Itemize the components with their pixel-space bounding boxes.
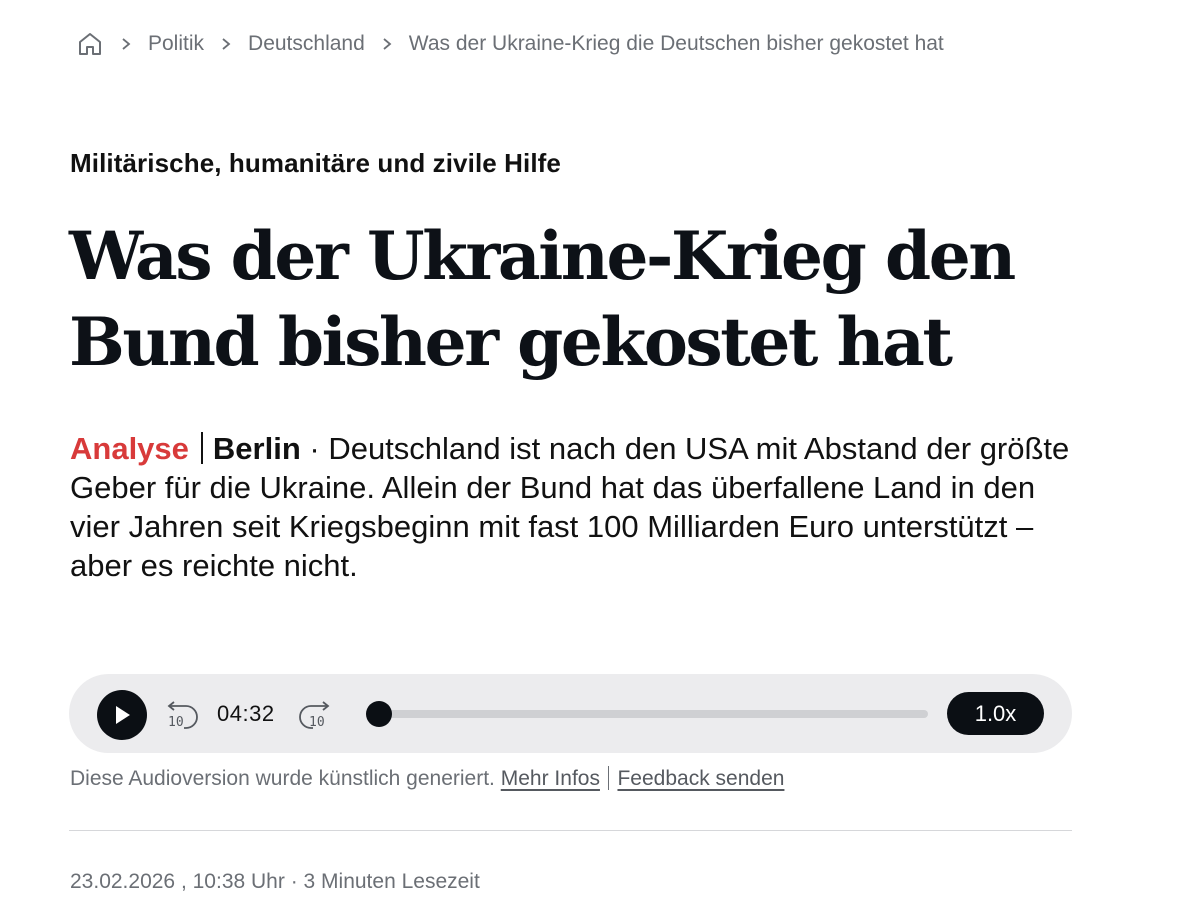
more-info-link[interactable]: Mehr Infos [501,767,600,790]
article-type-label: Analyse [70,431,189,466]
publish-date: 23.02.2026 [70,870,176,893]
audio-player: 10 04:32 10 1.0x [69,674,1072,753]
audio-progress-thumb[interactable] [366,701,392,727]
article-kicker: Militärische, humanitäre und zivile Hilf… [70,148,561,178]
breadcrumb: Politik Deutschland Was der Ukraine-Krie… [76,28,944,60]
chevron-right-icon [112,34,140,54]
rewind-seconds-label: 10 [168,715,184,730]
forward-seconds-label: 10 [309,715,325,730]
article-headline: Was der Ukraine-Krieg den Bund bisher ge… [69,217,1016,381]
teaser-divider [200,432,203,464]
play-button[interactable] [97,690,147,740]
chevron-right-icon [212,34,240,54]
audio-note: Diese Audioversion wurde künstlich gener… [70,766,784,791]
audio-progress-track[interactable] [366,701,928,727]
forward-10-button[interactable]: 10 [295,694,333,734]
breadcrumb-item-current: Was der Ukraine-Krieg die Deutschen bish… [408,32,944,55]
home-icon[interactable] [76,30,104,58]
note-divider [607,766,610,790]
feedback-link[interactable]: Feedback senden [617,767,784,790]
audio-note-text: Diese Audioversion wurde künstlich gener… [70,767,495,790]
divider [69,830,1072,831]
playback-speed-button[interactable]: 1.0x [947,692,1044,735]
article-location: Berlin [212,431,301,466]
rewind-10-button[interactable]: 10 [164,694,202,734]
play-icon [116,706,130,724]
breadcrumb-item-deutschland[interactable]: Deutschland [248,32,365,56]
audio-duration: 04:32 [217,701,275,726]
article-meta: 23.02.2026 , 10:38 Uhr · 3 Minuten Lesez… [70,870,480,893]
chevron-right-icon [373,34,401,54]
article-teaser: Analyse Berlin · Deutschland ist nach den… [70,429,1090,585]
publish-time: 10:38 Uhr [192,870,285,893]
reading-time: 3 Minuten Lesezeit [303,870,480,893]
breadcrumb-item-politik[interactable]: Politik [148,32,204,56]
